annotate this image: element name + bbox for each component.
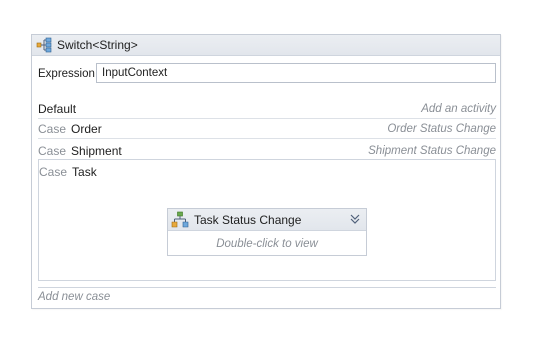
default-label: Default bbox=[38, 102, 77, 116]
case-name-task: Task bbox=[72, 165, 97, 179]
task-activity-header[interactable]: Task Status Change bbox=[168, 209, 366, 231]
task-status-change-activity[interactable]: Task Status Change Double-click to view bbox=[167, 208, 367, 256]
case-row-task-expanded[interactable]: Case Task Task Status Change Double-clic… bbox=[38, 159, 496, 281]
add-new-case-link[interactable]: Add new case bbox=[38, 291, 110, 303]
switch-header[interactable]: Switch<String> bbox=[32, 35, 500, 56]
case-activity-order[interactable]: Order Status Change bbox=[387, 123, 496, 135]
case-name-shipment: Shipment bbox=[71, 143, 122, 158]
add-activity-placeholder[interactable]: Add an activity bbox=[421, 103, 496, 115]
switch-icon bbox=[36, 37, 52, 53]
case-row-shipment[interactable]: Case Shipment Shipment Status Change bbox=[38, 141, 496, 160]
case-activity-shipment[interactable]: Shipment Status Change bbox=[368, 145, 496, 157]
case-label-task: Case Task bbox=[39, 165, 97, 179]
flowchart-icon bbox=[171, 211, 189, 229]
case-keyword: Case bbox=[38, 122, 67, 136]
task-activity-body[interactable]: Double-click to view bbox=[168, 231, 366, 256]
task-activity-title: Task Status Change bbox=[194, 212, 302, 227]
case-row-order[interactable]: Case Order Order Status Change bbox=[38, 120, 496, 139]
default-row[interactable]: Default Add an activity bbox=[38, 100, 496, 119]
expression-input[interactable] bbox=[96, 63, 496, 83]
expression-row: Expression bbox=[38, 63, 496, 85]
switch-title: Switch<String> bbox=[57, 38, 138, 52]
workflow-designer-canvas: Switch<String> Expression Default Add an… bbox=[0, 0, 552, 353]
case-name-order: Order bbox=[71, 122, 102, 136]
case-keyword: Case bbox=[38, 143, 67, 158]
case-keyword: Case bbox=[39, 165, 68, 179]
expression-label: Expression bbox=[38, 68, 95, 80]
divider bbox=[38, 287, 496, 288]
switch-activity[interactable]: Switch<String> Expression Default Add an… bbox=[31, 34, 501, 309]
double-chevron-down-icon[interactable] bbox=[348, 212, 362, 226]
